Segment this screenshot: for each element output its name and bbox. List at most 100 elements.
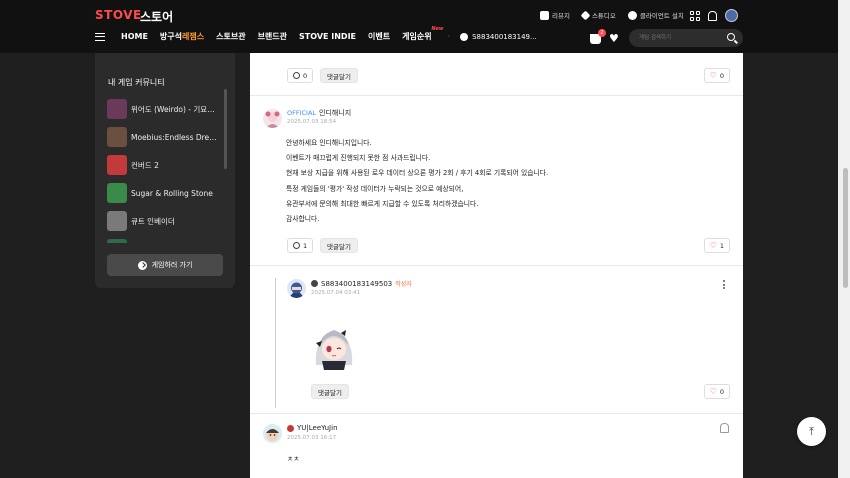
- nav-event[interactable]: 이벤트: [368, 31, 390, 42]
- game-item[interactable]: Sugar & Rolling Stone: [107, 179, 229, 207]
- nav-stove-indie[interactable]: STOVE INDIE: [299, 32, 356, 41]
- game-name: 위어도 (Weirdo) - 기묘한...: [131, 104, 221, 114]
- studio-link-label: 스튜디오: [591, 12, 616, 20]
- author-name: 인디해니지: [319, 109, 352, 117]
- notification-bell-icon[interactable]: [708, 10, 717, 21]
- nav-separator: ·: [447, 32, 451, 41]
- user-badge-icon: [287, 424, 294, 432]
- game-thumbnail: [107, 127, 127, 147]
- stove-logo[interactable]: STOVE: [95, 8, 142, 22]
- post-date: 2025.07.03 18:54: [287, 119, 337, 125]
- nav-ranking[interactable]: 게임순위 New: [402, 26, 443, 42]
- window-scrollbar[interactable]: [838, 0, 850, 478]
- profile-avatar[interactable]: [725, 9, 738, 22]
- game-thumbnail: [107, 183, 127, 203]
- official-comment-body: 안녕하세요 인디해니지입니다. 이벤트가 매끄럽게 진행되지 못한 점 사과드립…: [286, 136, 548, 227]
- reply-author[interactable]: S883400183149503 작성자: [311, 279, 412, 288]
- comment-author[interactable]: YU|LeeYuJin: [287, 424, 338, 432]
- cart-count-badge: 2: [598, 29, 606, 37]
- sticker-image: [308, 321, 360, 371]
- hamburger-menu-icon[interactable]: [95, 32, 105, 41]
- game-list: 위어도 (Weirdo) - 기묘한... Moebius:Endless Dr…: [107, 95, 229, 243]
- store-title[interactable]: 스토어: [140, 8, 173, 25]
- like-count: 0: [719, 387, 724, 396]
- heart-icon: ♡: [709, 70, 717, 80]
- game-name: Sugar & Rolling Stone: [131, 188, 213, 198]
- sidebar-title: 내 게임 커뮤니티: [108, 78, 165, 87]
- arrow-circle-icon: [137, 260, 147, 270]
- header-icons: [690, 9, 738, 22]
- comment-line: 현재 보상 지급을 위해 사용된 로우 데이터 상으론 평가 2회 / 후기 4…: [286, 169, 549, 178]
- comment-avatar[interactable]: [263, 424, 282, 443]
- reply-button[interactable]: 댓글달기: [320, 238, 358, 253]
- nav-ranking-label: 게임순위: [402, 32, 432, 41]
- nav-brand-hall[interactable]: 브랜드관: [258, 31, 287, 42]
- writer-tag: 작성자: [395, 281, 412, 288]
- official-author[interactable]: OFFICIAL 인디해니지: [287, 108, 351, 118]
- nav-user[interactable]: S883400183149...: [460, 32, 537, 41]
- comment-count-button[interactable]: 1: [287, 238, 314, 253]
- game-name: 컨버드 2: [131, 160, 159, 170]
- game-item[interactable]: 큐트 인베이더: [107, 207, 229, 235]
- game-item[interactable]: Moebius:Endless Dream: [107, 123, 229, 151]
- game-item[interactable]: 컨버드 2: [107, 151, 229, 179]
- game-thumbnail: [107, 99, 127, 119]
- wishlist-heart-icon[interactable]: ♥: [609, 33, 619, 44]
- game-item[interactable]: [107, 235, 229, 243]
- reply-avatar[interactable]: [287, 279, 306, 298]
- game-name: 큐트 인베이더: [131, 216, 175, 226]
- like-count: 1: [719, 241, 724, 250]
- like-button[interactable]: ♡ 0: [703, 68, 730, 83]
- site-header: STOVE 스토어 리뷰지 스튜디오 클라이언트 설치 HOME 방구석레잼스 …: [0, 0, 838, 53]
- like-button[interactable]: ♡ 0: [703, 384, 730, 399]
- comment-count-button[interactable]: 0: [287, 68, 314, 83]
- comment-line: 안녕하세요 인디해니지입니다.: [286, 139, 372, 147]
- scroll-to-top-button[interactable]: ⤒: [797, 417, 826, 446]
- game-item[interactable]: 위어도 (Weirdo) - 기묘한...: [107, 95, 229, 123]
- author-name: YU|LeeYuJin: [297, 424, 338, 432]
- search-input[interactable]: [639, 32, 719, 44]
- comment-section: 0 댓글달기 ♡ 0 OFFICIAL 인디해니지 2025.07.03 18:54…: [250, 53, 743, 478]
- nav-discount[interactable]: 방구석레잼스: [160, 31, 204, 42]
- client-install-link[interactable]: 클라이언트 설치: [627, 10, 684, 20]
- game-thumbnail: [107, 211, 127, 231]
- comment-body: ㅊㅊ: [287, 455, 300, 463]
- report-bell-icon[interactable]: [720, 423, 729, 433]
- cart-icon[interactable]: 2: [590, 29, 606, 44]
- like-count: 0: [719, 71, 724, 80]
- nav-discount-highlight: 레잼스: [182, 32, 205, 41]
- comment-line: 유관부서에 문의해 최대한 빠르게 지급할 수 있도록 처리하겠습니다.: [286, 199, 479, 208]
- official-avatar[interactable]: [263, 109, 282, 128]
- client-install-label: 클라이언트 설치: [639, 12, 684, 20]
- reply-button[interactable]: 댓글달기: [320, 68, 358, 83]
- heart-icon: ♡: [709, 386, 717, 396]
- nav-home[interactable]: HOME: [121, 32, 148, 41]
- my-game-community-panel: 내 게임 커뮤니티 위어도 (Weirdo) - 기묘한... Moebius:…: [95, 53, 235, 288]
- comment-line: 감사합니다.: [286, 215, 320, 224]
- nav-stove-hall[interactable]: 스토브관: [216, 31, 245, 42]
- user-badge-icon: [311, 280, 318, 287]
- comment-line: 이벤트가 매끄럽게 진행되지 못한 점 사과드립니다.: [286, 154, 431, 163]
- user-id: S883400183149...: [472, 32, 537, 41]
- review-link[interactable]: 리뷰지: [540, 10, 570, 20]
- more-options-icon[interactable]: [723, 280, 725, 289]
- review-icon: [540, 10, 549, 20]
- apps-grid-icon[interactable]: [690, 10, 700, 21]
- arrow-up-icon: ⤒: [809, 424, 814, 438]
- scrollbar-thumb[interactable]: [843, 168, 848, 288]
- go-play-button[interactable]: 게임하러 가기: [107, 254, 223, 276]
- search-icon[interactable]: [727, 33, 735, 41]
- post-date: 2025.07.03 16:17: [287, 435, 337, 441]
- game-thumbnail: [107, 239, 127, 243]
- review-link-label: 리뷰지: [552, 12, 570, 20]
- reply-button[interactable]: 댓글달기: [311, 384, 349, 399]
- like-button[interactable]: ♡ 1: [703, 238, 730, 253]
- game-name: Moebius:Endless Dream: [131, 132, 221, 142]
- play-icon: [627, 10, 637, 20]
- studio-link[interactable]: 스튜디오: [580, 10, 616, 20]
- post-date: 2025.07.04 03:41: [311, 290, 361, 296]
- comment-count: 0: [303, 71, 308, 80]
- game-thumbnail: [107, 155, 127, 175]
- comment-line: 특정 게임들의 '평가' 작성 데이터가 누락되는 것으로 예상되어,: [286, 184, 464, 193]
- author-name: S883400183149503: [321, 279, 393, 288]
